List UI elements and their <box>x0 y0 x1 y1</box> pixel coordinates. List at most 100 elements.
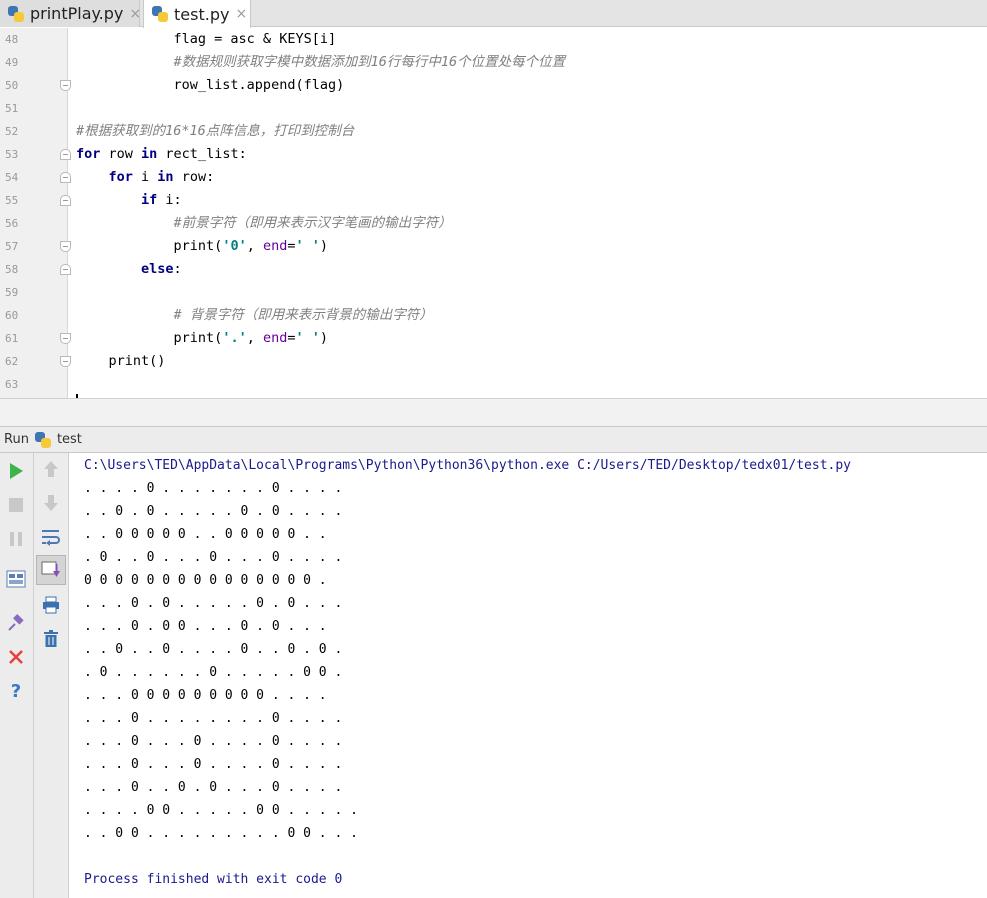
console-output-line: . . 0 . . 0 . . . . 0 . . 0 . 0 . <box>84 642 343 657</box>
code-line[interactable]: for row in rect_list: <box>76 143 247 166</box>
code-line[interactable]: flag = asc & KEYS[i] <box>76 28 337 51</box>
code-token: = <box>287 330 296 346</box>
code-line[interactable]: row_list.append(flag) <box>76 74 345 97</box>
play-icon[interactable] <box>4 459 28 483</box>
editor-tab-bar: printPlay.py × test.py × <box>0 0 987 28</box>
console-output-line: . . . 0 . 0 . . . . . 0 . 0 . . . <box>84 596 343 611</box>
code-line[interactable]: #前景字符（即用来表示汉字笔画的输出字符） <box>76 212 452 235</box>
code-token: # 背景字符（即用来表示背景的输出字符） <box>76 307 433 323</box>
fold-marker-icon[interactable] <box>60 195 71 206</box>
tab-test[interactable]: test.py × <box>143 0 251 28</box>
line-number: 55 <box>5 194 19 207</box>
run-console-output[interactable]: C:\Users\TED\AppData\Local\Programs\Pyth… <box>69 453 987 898</box>
code-token: = <box>287 238 296 254</box>
code-token: else <box>141 261 174 277</box>
line-number: 61 <box>5 332 19 345</box>
fold-marker-icon[interactable] <box>60 264 71 275</box>
line-number: 63 <box>5 378 19 391</box>
code-token: for <box>76 146 101 162</box>
console-output-line: . 0 . . 0 . . . 0 . . . 0 . . . . <box>84 550 343 565</box>
code-token: row_list.append(flag) <box>76 77 345 93</box>
run-toolbar-primary: ? <box>0 453 34 898</box>
fold-marker-icon[interactable] <box>60 149 71 160</box>
help-icon[interactable]: ? <box>4 679 28 703</box>
console-output-line: . . . 0 . . 0 . 0 . . . 0 . . . . <box>84 780 343 795</box>
code-token: in <box>157 169 174 185</box>
pin-icon[interactable] <box>4 611 28 635</box>
code-token: print() <box>76 353 166 369</box>
code-token: , <box>246 330 263 346</box>
code-line[interactable]: print() <box>76 350 166 373</box>
code-token: #前景字符（即用来表示汉字笔画的输出字符） <box>76 215 452 231</box>
line-number: 57 <box>5 240 19 253</box>
console-output-line: . . . 0 . . . 0 . . . . 0 . . . . <box>84 734 343 749</box>
code-token: #数据规则获取字模中数据添加到16行每行中16个位置处每个位置 <box>76 54 566 70</box>
line-number: 54 <box>5 171 19 184</box>
line-number: 53 <box>5 148 19 161</box>
code-line[interactable]: if i: <box>76 189 182 212</box>
code-token: '0' <box>222 238 247 254</box>
code-token: end <box>262 238 288 254</box>
panel-splitter[interactable] <box>0 398 987 426</box>
layout-icon[interactable] <box>4 567 28 591</box>
code-token: , <box>246 238 263 254</box>
console-output-line: . 0 . . . . . . 0 . . . . . 0 0 . <box>84 665 343 680</box>
pause-icon[interactable] <box>4 527 28 551</box>
code-line[interactable]: for i in row: <box>76 166 215 189</box>
tab-label: printPlay.py <box>30 4 124 23</box>
line-number: 62 <box>5 355 19 368</box>
code-token: rect_list: <box>157 146 247 162</box>
console-output-line: . . 0 . 0 . . . . . 0 . 0 . . . . <box>84 504 343 519</box>
fold-marker-icon[interactable] <box>60 241 71 252</box>
console-output-line: . . 0 0 0 0 0 . . 0 0 0 0 0 . . <box>84 527 327 542</box>
fold-marker-icon[interactable] <box>60 333 71 344</box>
console-output-line: . . . 0 . 0 0 . . . 0 . 0 . . . <box>84 619 327 634</box>
up-arrow-icon[interactable] <box>39 457 63 481</box>
tab-close-icon[interactable]: × <box>129 6 141 22</box>
line-number: 49 <box>5 56 19 69</box>
code-line[interactable]: # 背景字符（即用来表示背景的输出字符） <box>76 304 433 327</box>
code-editor[interactable]: 48 49 50 51 52 53 54 55 56 57 58 59 60 61 62 63 flag = … <box>0 28 987 398</box>
console-output-line: 0 0 0 0 0 0 0 0 0 0 0 0 0 0 0 . <box>84 573 327 588</box>
code-line[interactable]: #数据规则获取字模中数据添加到16行每行中16个位置处每个位置 <box>76 51 566 74</box>
tab-close-icon[interactable]: × <box>235 6 247 22</box>
soft-wrap-icon[interactable] <box>39 525 63 549</box>
python-config-icon <box>34 431 51 448</box>
code-line[interactable]: else: <box>76 258 182 281</box>
run-config-name[interactable]: test <box>57 432 82 447</box>
console-output-line: . . . 0 0 0 0 0 0 0 0 0 . . . . <box>84 688 327 703</box>
code-line[interactable]: print('0', end=' ') <box>76 235 329 258</box>
console-command-line[interactable]: C:\Users\TED\AppData\Local\Programs\Pyth… <box>84 454 851 477</box>
close-icon[interactable] <box>4 645 28 669</box>
python-file-icon <box>152 6 168 22</box>
code-token: flag = asc & KEYS[i] <box>76 31 337 47</box>
code-token: ) <box>319 238 329 254</box>
tab-printplay[interactable]: printPlay.py × <box>0 0 141 27</box>
tab-label: test.py <box>174 4 230 24</box>
stop-icon[interactable] <box>4 493 28 517</box>
console-output-line: . . . 0 . . . 0 . . . . 0 . . . . <box>84 757 343 772</box>
trash-icon[interactable] <box>39 627 63 651</box>
scroll-to-end-icon[interactable] <box>36 555 66 585</box>
fold-marker-icon[interactable] <box>60 172 71 183</box>
code-token: for <box>108 169 133 185</box>
code-token: #根据获取到的16*16点阵信息，打印到控制台 <box>76 123 355 139</box>
print-icon[interactable] <box>39 593 63 617</box>
console-output-line: . . 0 0 . . . . . . . . . 0 0 . . . <box>84 826 358 841</box>
fold-marker-icon[interactable] <box>60 80 71 91</box>
run-label: Run <box>4 432 29 447</box>
code-line[interactable]: #根据获取到的16*16点阵信息，打印到控制台 <box>76 120 354 143</box>
line-number: 51 <box>5 102 19 115</box>
code-token: i: <box>157 192 182 208</box>
code-token: row <box>100 146 142 162</box>
run-toolbar-secondary <box>34 453 69 898</box>
code-token: in <box>141 146 158 162</box>
down-arrow-icon[interactable] <box>39 491 63 515</box>
code-token: ) <box>319 330 329 346</box>
code-line[interactable]: print('.', end=' ') <box>76 327 329 350</box>
line-number-gutter: 48 49 50 51 52 53 54 55 56 57 58 59 60 61 62 63 <box>0 28 71 398</box>
fold-marker-icon[interactable] <box>60 356 71 367</box>
